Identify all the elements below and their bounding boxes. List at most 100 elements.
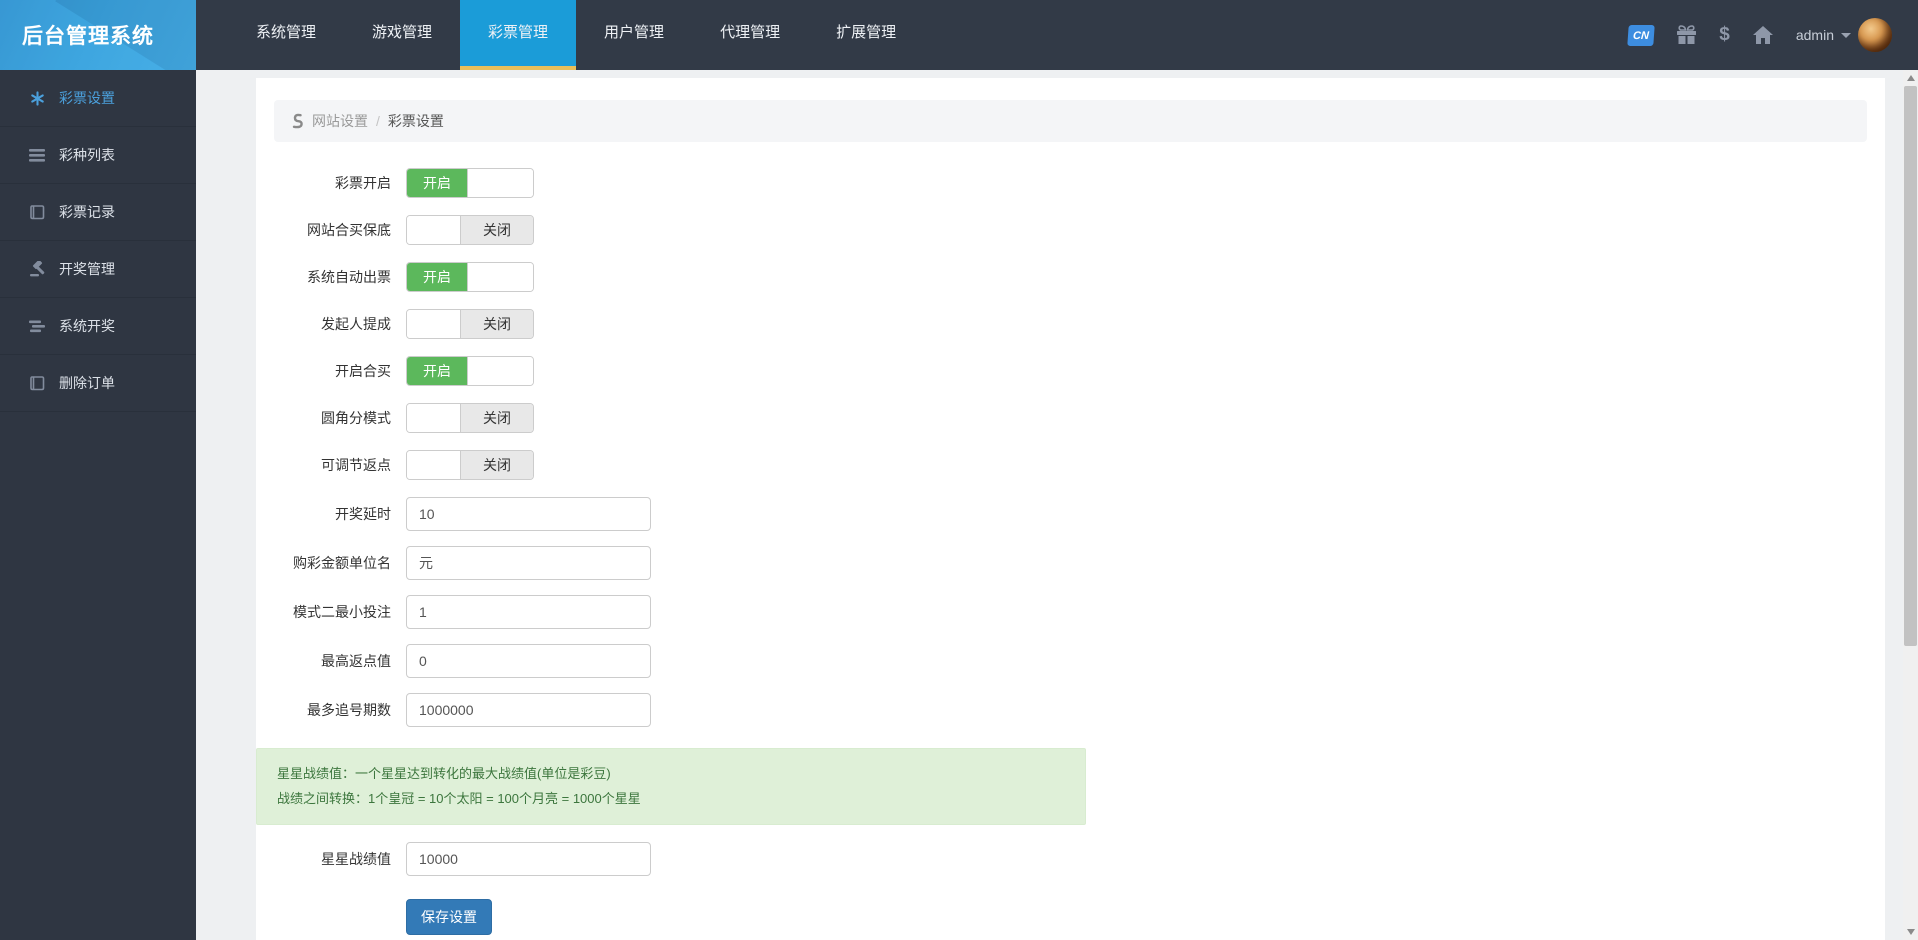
field-label: 最高返点值 xyxy=(321,653,391,669)
lottery-enable-toggle[interactable]: 开启 xyxy=(406,168,534,198)
dollar-icon[interactable]: $ xyxy=(1719,24,1730,46)
caret-down-icon xyxy=(1841,32,1851,38)
toggle-handle xyxy=(467,357,533,385)
field-label: 模式二最小投注 xyxy=(293,604,391,620)
input-row: 购彩金额单位名 xyxy=(256,546,1885,580)
currency-badge-icon[interactable]: CN xyxy=(1627,24,1656,46)
sidebar: 彩票设置 彩种列表 彩票记录 开奖管理 系统开奖 删除订单 xyxy=(0,70,196,940)
toggle-handle xyxy=(407,216,461,244)
toggle-handle xyxy=(407,404,461,432)
sidebar-item-delete-orders[interactable]: 删除订单 xyxy=(0,355,196,412)
gavel-icon xyxy=(28,260,46,278)
scrollbar-thumb[interactable] xyxy=(1904,86,1917,646)
cent-mode-toggle[interactable]: 关闭 xyxy=(406,403,534,433)
tab-extension-mgmt[interactable]: 扩展管理 xyxy=(808,0,924,70)
field-label: 可调节返点 xyxy=(321,457,391,473)
bars-icon xyxy=(28,317,46,335)
adjustable-rebate-toggle[interactable]: 关闭 xyxy=(406,450,534,480)
auto-ticket-toggle[interactable]: 开启 xyxy=(406,262,534,292)
link-icon xyxy=(290,113,304,129)
field-label: 开奖延时 xyxy=(335,506,391,522)
tab-game-mgmt[interactable]: 游戏管理 xyxy=(344,0,460,70)
tab-system-mgmt[interactable]: 系统管理 xyxy=(228,0,344,70)
input-row: 模式二最小投注 xyxy=(256,595,1885,629)
input-row: 最高返点值 xyxy=(256,644,1885,678)
star-score-notice: 星星战绩值：一个星星达到转化的最大战绩值(单位是彩豆) 战绩之间转换：1个皇冠 … xyxy=(256,748,1086,826)
username: admin xyxy=(1795,27,1834,43)
field-label: 彩票开启 xyxy=(335,175,391,191)
group-buy-guarantee-toggle[interactable]: 关闭 xyxy=(406,215,534,245)
max-chase-periods-input[interactable] xyxy=(406,693,651,727)
tab-user-mgmt[interactable]: 用户管理 xyxy=(576,0,692,70)
sidebar-item-label: 系统开奖 xyxy=(59,318,115,334)
avatar xyxy=(1858,18,1892,52)
field-label: 购彩金额单位名 xyxy=(293,555,391,571)
sidebar-item-label: 删除订单 xyxy=(59,375,115,391)
topbar: 后台管理系统 系统管理 游戏管理 彩票管理 用户管理 代理管理 扩展管理 CN … xyxy=(0,0,1918,70)
main-area: 网站设置 / 彩票设置 彩票开启 开启 网站合买保底 关闭 系统自动出票 开启 … xyxy=(196,70,1903,940)
group-buy-enable-toggle[interactable]: 开启 xyxy=(406,356,534,386)
toggle-row: 网站合买保底 关闭 xyxy=(256,215,1885,245)
book-icon xyxy=(28,374,46,392)
sidebar-item-label: 彩种列表 xyxy=(59,147,115,163)
scroll-up-arrow[interactable] xyxy=(1903,70,1918,86)
tab-lottery-mgmt[interactable]: 彩票管理 xyxy=(460,0,577,70)
input-row: 星星战绩值 xyxy=(256,842,1885,877)
input-row: 开奖延时 xyxy=(256,497,1885,531)
sidebar-item-lottery-types[interactable]: 彩种列表 xyxy=(0,127,196,184)
toggle-row: 开启合买 开启 xyxy=(256,356,1885,386)
home-icon[interactable] xyxy=(1752,25,1774,45)
notice-line-1: 星星战绩值：一个星星达到转化的最大战绩值(单位是彩豆) xyxy=(277,766,611,781)
asterisk-icon xyxy=(28,89,46,107)
sidebar-item-label: 彩票设置 xyxy=(59,90,115,106)
user-menu[interactable]: admin xyxy=(1796,18,1892,52)
field-label: 开启合买 xyxy=(335,363,391,379)
star-score-input[interactable] xyxy=(406,842,651,877)
top-nav: 系统管理 游戏管理 彩票管理 用户管理 代理管理 扩展管理 xyxy=(228,0,924,70)
field-label: 星星战绩值 xyxy=(321,851,391,868)
button-row: 保存设置 xyxy=(256,899,1885,936)
breadcrumb-parent[interactable]: 网站设置 xyxy=(312,111,368,131)
max-rebate-input[interactable] xyxy=(406,644,651,678)
sidebar-item-label: 开奖管理 xyxy=(59,261,115,277)
save-settings-button[interactable]: 保存设置 xyxy=(406,899,492,936)
currency-unit-input[interactable] xyxy=(406,546,651,580)
breadcrumb: 网站设置 / 彩票设置 xyxy=(274,100,1867,142)
toggle-row: 彩票开启 开启 xyxy=(256,168,1885,198)
toggle-row: 圆角分模式 关闭 xyxy=(256,403,1885,433)
breadcrumb-separator: / xyxy=(376,113,380,129)
app-logo[interactable]: 后台管理系统 xyxy=(0,0,196,70)
topbar-right: CN $ admin xyxy=(1627,0,1918,70)
toggle-row: 发起人提成 关闭 xyxy=(256,309,1885,339)
tab-agent-mgmt[interactable]: 代理管理 xyxy=(692,0,808,70)
breadcrumb-current: 彩票设置 xyxy=(387,113,444,129)
toggle-row: 可调节返点 关闭 xyxy=(256,450,1885,480)
toggle-handle xyxy=(407,310,461,338)
initiator-commission-toggle[interactable]: 关闭 xyxy=(406,309,534,339)
field-label: 最多追号期数 xyxy=(307,702,391,718)
toggle-handle xyxy=(467,169,533,197)
notice-line-2: 战绩之间转换：1个皇冠 = 10个太阳 = 100个月亮 = 1000个星星 xyxy=(277,790,641,806)
field-label: 发起人提成 xyxy=(321,316,391,332)
toggle-row: 系统自动出票 开启 xyxy=(256,262,1885,292)
scrollbar[interactable] xyxy=(1903,70,1918,940)
app-title: 后台管理系统 xyxy=(22,25,154,48)
field-label: 圆角分模式 xyxy=(321,410,391,426)
sidebar-item-label: 彩票记录 xyxy=(59,204,115,220)
sidebar-item-lottery-settings[interactable]: 彩票设置 xyxy=(0,70,196,127)
content-panel: 网站设置 / 彩票设置 彩票开启 开启 网站合买保底 关闭 系统自动出票 开启 … xyxy=(256,78,1885,940)
gift-icon[interactable] xyxy=(1676,25,1697,45)
sidebar-item-lottery-records[interactable]: 彩票记录 xyxy=(0,184,196,241)
input-row: 最多追号期数 xyxy=(256,693,1885,727)
sidebar-item-draw-mgmt[interactable]: 开奖管理 xyxy=(0,241,196,298)
scroll-down-arrow[interactable] xyxy=(1903,924,1918,940)
sidebar-item-system-draw[interactable]: 系统开奖 xyxy=(0,298,196,355)
field-label: 网站合买保底 xyxy=(307,222,391,238)
field-label: 系统自动出票 xyxy=(307,269,391,285)
book-icon xyxy=(28,203,46,221)
draw-delay-input[interactable] xyxy=(406,497,651,531)
toggle-handle xyxy=(467,263,533,291)
list-icon xyxy=(28,146,46,164)
mode2-min-bet-input[interactable] xyxy=(406,595,651,629)
settings-form: 彩票开启 开启 网站合买保底 关闭 系统自动出票 开启 发起人提成 关闭 开启合… xyxy=(256,168,1885,936)
